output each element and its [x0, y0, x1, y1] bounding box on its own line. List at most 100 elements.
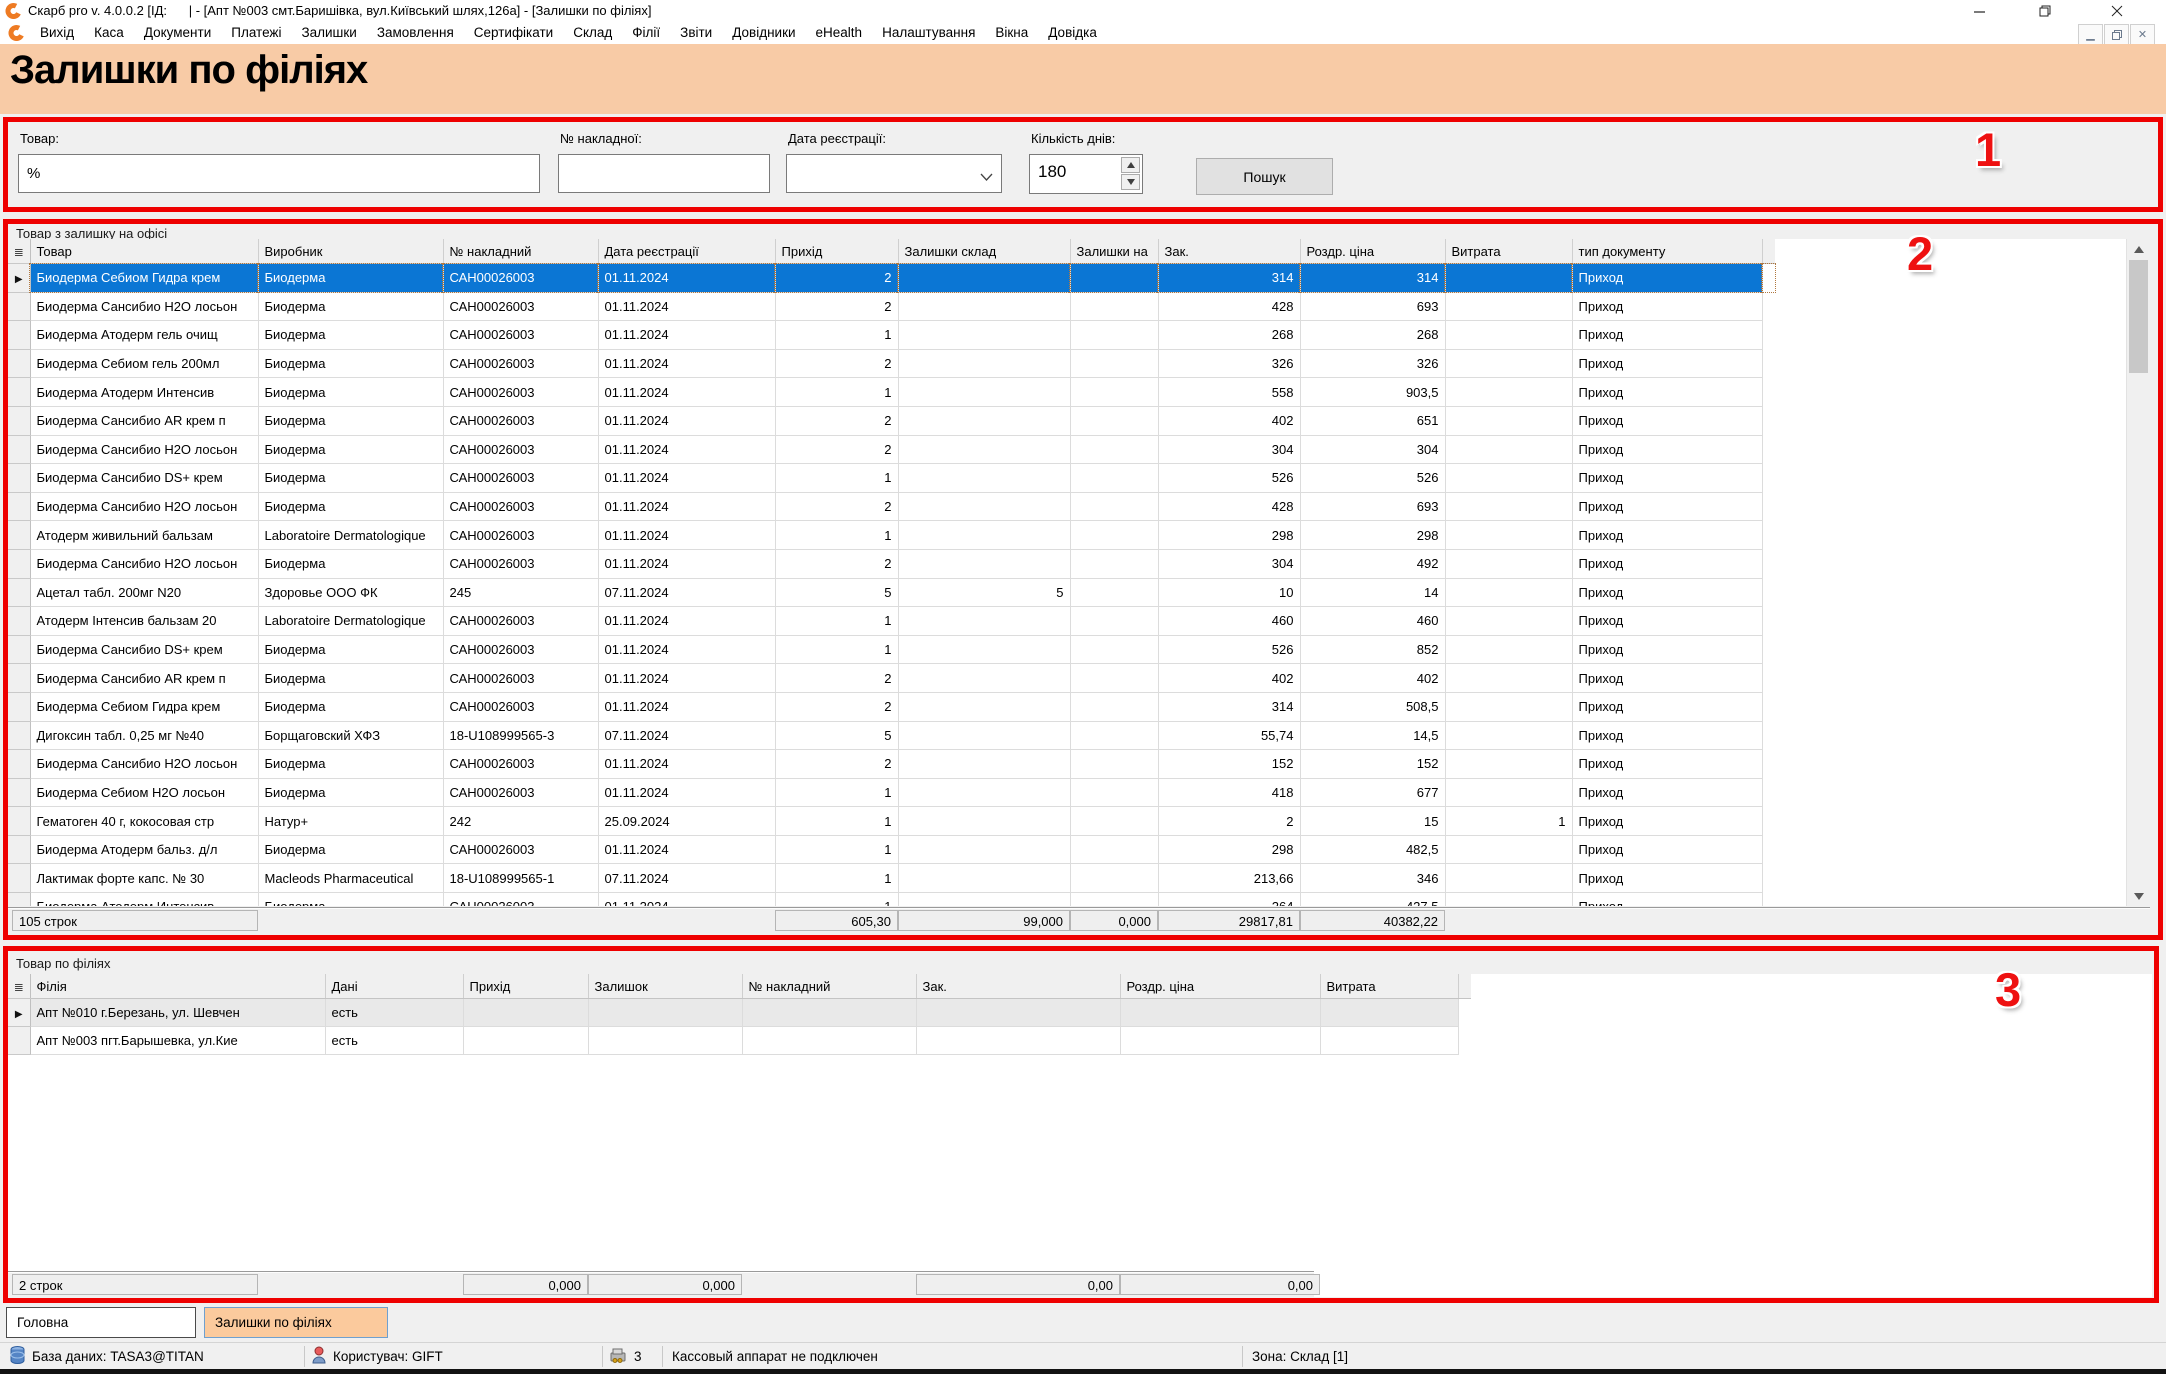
spin-up-button[interactable] [1121, 157, 1140, 173]
branches-table[interactable]: ≣ ФіліяДаніПрихідЗалишок№ накладнийЗак.Ро… [8, 974, 2152, 1297]
printer-count: 3 [634, 1349, 642, 1364]
menu-item-directories[interactable]: Довідники [722, 22, 805, 44]
main-menu: ВихідКасаДокументиПлатежіЗалишкиЗамовлен… [30, 22, 1107, 44]
column-header[interactable]: Товар [30, 239, 258, 264]
scroll-down-button[interactable] [2127, 886, 2150, 906]
table-row[interactable]: Биодерма Атодерм бальз. д/лБиодермаСАН00… [8, 835, 1775, 864]
table-row[interactable]: Гематоген 40 г, кокосовая стрНатур+24225… [8, 807, 1775, 836]
table-row[interactable]: Биодерма Сансибио Н2О лосьонБиодермаСАН0… [8, 750, 1775, 779]
table-row[interactable]: Биодерма Сансибио Н2О лосьонБиодермаСАН0… [8, 549, 1775, 578]
column-header[interactable]: № накладний [742, 974, 916, 999]
menu-item-windows[interactable]: Вікна [985, 22, 1038, 44]
table-row[interactable]: Атодерм живильний бальзамLaboratoire Der… [8, 521, 1775, 550]
search-button[interactable]: Пошук [1196, 158, 1333, 195]
chevron-down-icon [980, 168, 993, 186]
table-row[interactable]: Биодерма Сансибио DS+ кремБиодермаСАН000… [8, 635, 1775, 664]
column-header[interactable]: № накладний [443, 239, 598, 264]
menu-app-icon [8, 24, 25, 46]
column-header[interactable]: Залишки на [1070, 239, 1158, 264]
database-status: База даних: TASA3@TITAN [32, 1349, 204, 1364]
menu-item-ehealth[interactable]: eHealth [806, 22, 873, 44]
menu-item-settings[interactable]: Налаштування [872, 22, 985, 44]
column-header[interactable]: Зак. [1158, 239, 1300, 264]
column-header[interactable]: Зак. [916, 974, 1120, 999]
table-row[interactable]: Биодерма Атодерм ИнтенсивБиодермаСАН0002… [8, 893, 1775, 906]
close-button[interactable] [2100, 0, 2134, 22]
column-header[interactable]: Залишок [588, 974, 742, 999]
menu-item-orders[interactable]: Замовлення [367, 22, 464, 44]
column-header[interactable]: Роздр. ціна [1300, 239, 1445, 264]
column-header[interactable]: Філія [30, 974, 325, 999]
table-row[interactable]: Биодерма Атодерм гель очищБиодермаСАН000… [8, 321, 1775, 350]
table-row[interactable]: Биодерма Себиом Н2О лосьонБиодермаСАН000… [8, 778, 1775, 807]
table-row[interactable]: ▶Биодерма Себиом Гидра кремБиодермаСАН00… [8, 264, 1775, 293]
mdi-restore-button[interactable] [2104, 24, 2129, 45]
menu-item-branches[interactable]: Філії [622, 22, 670, 44]
column-header[interactable]: Дані [325, 974, 463, 999]
table-row[interactable]: ▶Апт №010 г.Березань, ул. Шевченесть [8, 999, 1471, 1027]
table-row[interactable]: Биодерма Сансибио AR крем пБиодермаСАН00… [8, 664, 1775, 693]
office-table-scrollbar[interactable] [2126, 239, 2150, 906]
footer-total: 99,000 [898, 910, 1070, 931]
table-row[interactable]: Биодерма Атодерм ИнтенсивБиодермаСАН0002… [8, 378, 1775, 407]
menu-item-reports[interactable]: Звіти [670, 22, 722, 44]
table-row[interactable]: Биодерма Сансибио AR крем пБиодермаСАН00… [8, 406, 1775, 435]
table-row[interactable]: Биодерма Сансибио Н2О лосьонБиодермаСАН0… [8, 435, 1775, 464]
scrollbar-thumb[interactable] [2129, 260, 2148, 373]
menu-item-help[interactable]: Довідка [1038, 22, 1107, 44]
footer-total: 0,000 [463, 1274, 588, 1295]
registration-date-select[interactable] [786, 154, 1002, 193]
row-arrow-icon: ▶ [15, 274, 23, 285]
menu-item-documents[interactable]: Документи [134, 22, 221, 44]
mdi-minimize-button[interactable]: ▁ [2078, 24, 2103, 45]
tab-golovna[interactable]: Головна [6, 1307, 196, 1338]
office-stock-table[interactable]: ≣ТоварВиробник№ накладнийДата реєстрації… [8, 239, 2126, 906]
table-row[interactable]: Биодерма Сансибио DS+ кремБиодермаСАН000… [8, 464, 1775, 493]
table-row[interactable]: Атодерм Інтенсив бальзам 20Laboratoire D… [8, 607, 1775, 636]
table-row[interactable]: Апт №003 пгт.Барышевка, ул.Киеесть [8, 1027, 1471, 1055]
days-stepper[interactable]: 180 [1029, 154, 1143, 194]
menu-item-kasa[interactable]: Каса [84, 22, 134, 44]
status-separator [602, 1346, 603, 1367]
cash-register-icon [610, 1347, 627, 1366]
zone-status: Зона: Склад [1] [1252, 1349, 1348, 1364]
minimize-button[interactable] [1962, 0, 1996, 22]
column-header[interactable]: Прихід [775, 239, 898, 264]
table-row[interactable]: Лактимак форте капс. № 30Macleods Pharma… [8, 864, 1775, 893]
invoice-input[interactable] [558, 154, 770, 193]
tab-zalishki-po-filiyah[interactable]: Залишки по філіях [204, 1307, 388, 1338]
page-header: Залишки по філіях [0, 44, 2166, 114]
column-header[interactable]: Прихід [463, 974, 588, 999]
table-row[interactable]: Ацетал табл. 200мг N20Здоровье ООО ФК245… [8, 578, 1775, 607]
menu-item-payments[interactable]: Платежі [221, 22, 291, 44]
restore-button[interactable] [2028, 0, 2062, 22]
menu-item-exit[interactable]: Вихід [30, 22, 84, 44]
grid-corner-icon: ≣ [14, 980, 24, 994]
menu-item-certificates[interactable]: Сертифікати [464, 22, 563, 44]
table-row[interactable]: Биодерма Сансибио Н2О лосьонБиодермаСАН0… [8, 292, 1775, 321]
column-header[interactable]: Дата реєстрації [598, 239, 775, 264]
menu-item-stocks[interactable]: Залишки [291, 22, 366, 44]
row-count: 105 строк [12, 910, 258, 931]
invoice-label: № накладної: [560, 131, 642, 146]
scroll-up-button[interactable] [2127, 239, 2150, 259]
database-icon [10, 1346, 25, 1368]
status-bar: База даних: TASA3@TITAN Користувач: GIFT… [0, 1342, 2166, 1369]
footer-total: 0,000 [588, 1274, 742, 1295]
mdi-close-button[interactable]: ✕ [2130, 24, 2155, 45]
row-arrow-icon: ▶ [15, 1009, 23, 1020]
column-header[interactable]: Виробник [258, 239, 443, 264]
table-row[interactable]: Биодерма Сансибио Н2О лосьонБиодермаСАН0… [8, 492, 1775, 521]
table-row[interactable]: Биодерма Себиом Гидра кремБиодермаСАН000… [8, 692, 1775, 721]
table-row[interactable]: Биодерма Себиом гель 200млБиодермаСАН000… [8, 349, 1775, 378]
table-row[interactable]: Дигоксин табл. 0,25 мг №40Борщаговский Х… [8, 721, 1775, 750]
column-header[interactable]: Витрата [1320, 974, 1458, 999]
column-header[interactable]: тип документу [1572, 239, 1762, 264]
menu-item-warehouse[interactable]: Склад [563, 22, 622, 44]
spin-down-button[interactable] [1121, 174, 1140, 190]
column-header[interactable]: Роздр. ціна [1120, 974, 1320, 999]
column-header[interactable]: Витрата [1445, 239, 1572, 264]
row-count: 2 строк [12, 1274, 258, 1295]
product-input[interactable] [18, 154, 540, 193]
column-header[interactable]: Залишки склад [898, 239, 1070, 264]
